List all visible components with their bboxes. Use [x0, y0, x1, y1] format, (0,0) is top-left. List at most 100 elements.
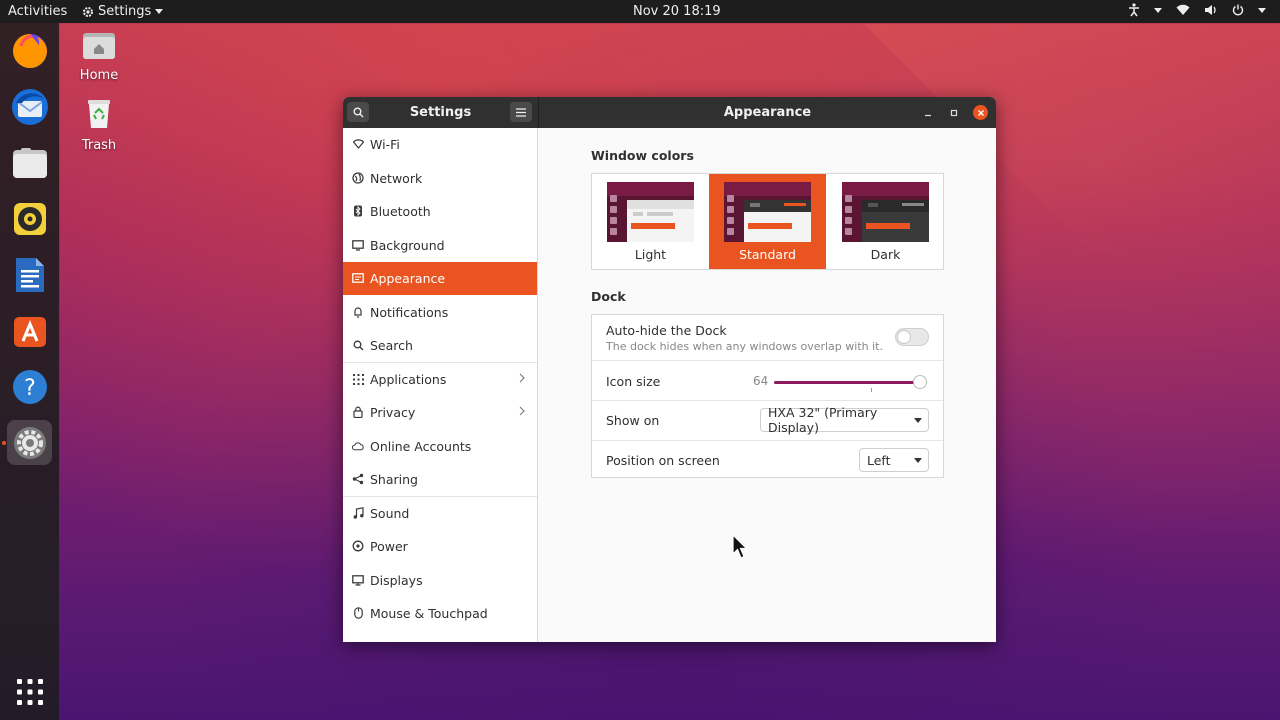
position-row: Position on screen Left: [592, 441, 943, 478]
sidebar-item-notifications[interactable]: Notifications: [343, 296, 537, 329]
sidebar-item-label: Applications: [370, 372, 447, 387]
close-button[interactable]: [973, 105, 988, 120]
sidebar-item-search[interactable]: Search: [343, 329, 537, 362]
dock-thunderbird[interactable]: [7, 84, 52, 129]
dock: ?: [0, 23, 59, 720]
svg-text:?: ?: [24, 376, 36, 401]
thunderbird-icon: [11, 88, 48, 125]
icon-size-label: Icon size: [606, 374, 661, 389]
slider-tick: [871, 388, 872, 392]
power-icon: [352, 540, 364, 552]
sidebar-item-sharing[interactable]: Sharing: [343, 463, 537, 496]
show-on-dropdown[interactable]: HXA 32" (Primary Display): [760, 405, 929, 435]
background-icon: [352, 239, 364, 251]
slider-fill: [774, 381, 920, 384]
sidebar-item-wi-fi[interactable]: Wi-Fi: [343, 128, 537, 161]
theme-standard-preview: [724, 182, 811, 242]
dock-files[interactable]: [7, 140, 52, 185]
sidebar-item-online-accounts[interactable]: Online Accounts: [343, 430, 537, 463]
bell-icon: [352, 306, 364, 318]
maximize-button[interactable]: [946, 105, 961, 120]
wifi-icon[interactable]: [1176, 4, 1190, 16]
theme-dark-label: Dark: [870, 247, 901, 262]
sidebar-item-power[interactable]: Power: [343, 530, 537, 563]
activities-button[interactable]: Activities: [8, 4, 67, 19]
home-folder-icon: [59, 30, 139, 64]
dropdown-arrow-icon: [914, 458, 922, 463]
sidebar-item-privacy[interactable]: Privacy: [343, 396, 537, 429]
sidebar-item-displays[interactable]: Displays: [343, 564, 537, 597]
cloud-icon: [352, 440, 364, 452]
chevron-down-icon[interactable]: [1154, 7, 1162, 13]
accessibility-icon[interactable]: [1128, 3, 1140, 17]
sidebar-item-appearance[interactable]: Appearance: [343, 262, 537, 295]
slider-handle[interactable]: [913, 375, 927, 389]
show-applications-button[interactable]: [7, 669, 52, 714]
sidebar-item-mouse-touchpad[interactable]: Mouse & Touchpad: [343, 597, 537, 630]
files-icon: [12, 147, 47, 178]
hamburger-icon: [516, 107, 526, 117]
show-on-row: Show on HXA 32" (Primary Display): [592, 401, 943, 440]
autohide-toggle[interactable]: [895, 328, 929, 346]
help-icon: ?: [12, 369, 47, 404]
ubuntu-software-icon: [13, 316, 46, 347]
dock-libreoffice-writer[interactable]: [7, 252, 52, 297]
autohide-label: Auto-hide the Dock: [606, 323, 727, 338]
mouse-cursor-icon: [732, 534, 748, 559]
theme-light[interactable]: Light: [592, 174, 709, 269]
dock-ubuntu-software[interactable]: [7, 308, 52, 353]
dock-settings[interactable]: [7, 420, 52, 465]
sidebar-item-sound[interactable]: Sound: [343, 497, 537, 530]
chevron-right-icon: [519, 405, 525, 419]
music-note-icon: [352, 507, 364, 519]
sidebar-item-label: Mouse & Touchpad: [370, 606, 488, 621]
sidebar: Wi-Fi Network Bluetooth Background Appearanc…: [343, 128, 538, 642]
sidebar-item-label: Online Accounts: [370, 439, 472, 454]
icon-size-slider[interactable]: [774, 381, 920, 384]
window-colors-chooser: Light Standard Dark: [591, 173, 944, 270]
sidebar-item-bluetooth[interactable]: Bluetooth: [343, 195, 537, 228]
menu-button[interactable]: [510, 102, 532, 122]
firefox-icon: [12, 33, 47, 68]
sidebar-item-background[interactable]: Background: [343, 229, 537, 262]
power-icon[interactable]: [1232, 4, 1244, 16]
theme-dark[interactable]: Dark: [827, 174, 944, 269]
trash-icon: [59, 98, 139, 134]
display-icon: [352, 574, 364, 586]
theme-standard[interactable]: Standard: [709, 174, 826, 269]
theme-dark-preview: [842, 182, 929, 242]
desktop-home[interactable]: Home: [59, 30, 139, 83]
show-on-label: Show on: [606, 413, 660, 428]
sidebar-item-label: Notifications: [370, 305, 449, 320]
dropdown-arrow-icon: [914, 418, 922, 423]
gear-icon: [83, 6, 93, 17]
chevron-right-icon: [519, 372, 525, 386]
minimize-button[interactable]: [920, 105, 935, 120]
sidebar-item-label: Privacy: [370, 405, 416, 420]
window-colors-title: Window colors: [591, 148, 694, 163]
sidebar-item-label: Power: [370, 539, 408, 554]
dock-help[interactable]: ?: [7, 364, 52, 409]
desktop-trash[interactable]: Trash: [59, 98, 139, 153]
volume-icon[interactable]: [1204, 4, 1218, 16]
settings-icon: [13, 426, 46, 459]
theme-standard-label: Standard: [739, 247, 796, 262]
show-on-value: HXA 32" (Primary Display): [768, 405, 878, 435]
sidebar-item-network[interactable]: Network: [343, 162, 537, 195]
app-menu[interactable]: Settings: [82, 4, 164, 19]
dock-firefox[interactable]: [7, 28, 52, 73]
dock-settings-list: Auto-hide the Dock The dock hides when a…: [591, 314, 944, 478]
dock-rhythmbox[interactable]: [7, 196, 52, 241]
autohide-description: The dock hides when any windows overlap …: [606, 340, 883, 353]
system-tray[interactable]: [1128, 3, 1266, 17]
position-dropdown[interactable]: Left: [859, 448, 929, 472]
chevron-down-icon[interactable]: [1258, 7, 1266, 13]
theme-light-label: Light: [634, 247, 667, 262]
sidebar-item-label: Bluetooth: [370, 204, 431, 219]
clock[interactable]: Nov 20 18:19: [633, 4, 721, 19]
search-icon: [352, 339, 364, 351]
app-menu-label: Settings: [98, 4, 152, 19]
appearance-icon: [352, 272, 364, 284]
desktop-home-label: Home: [79, 68, 119, 83]
sidebar-item-applications[interactable]: Applications: [343, 363, 537, 396]
